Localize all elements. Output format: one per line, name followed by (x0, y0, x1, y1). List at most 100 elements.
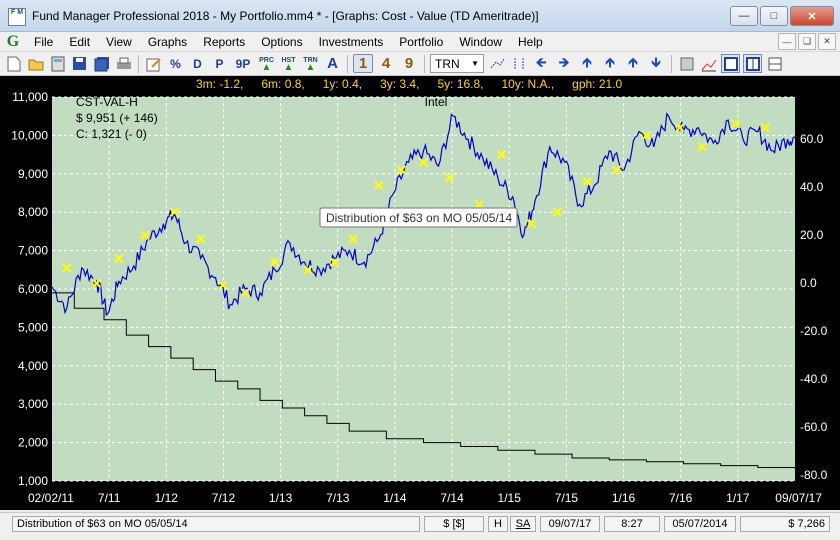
update-prices-button[interactable]: PRC ▲ (257, 54, 276, 73)
menu-window[interactable]: Window (451, 35, 510, 49)
status-date: 09/07/17 (540, 516, 600, 532)
x-tick-label: 02/02/11 (28, 491, 74, 505)
stat-3y: 3y: 3.4, (380, 77, 420, 91)
x-tick-label: 1/12 (155, 491, 179, 505)
period-button-9[interactable]: 9 (399, 54, 419, 73)
y-left-tick-label: 2,000 (18, 436, 48, 450)
status-time: 8:27 (604, 516, 660, 532)
y-right-tick-label: -40.0 (800, 372, 828, 386)
open-folder-icon[interactable] (26, 54, 45, 73)
y-right-tick-label: 40.0 (800, 180, 824, 194)
y-right-tick-label: -20.0 (800, 324, 828, 338)
save-icon[interactable] (70, 54, 89, 73)
stat-1y: 1y: 0.4, (322, 77, 363, 91)
layout-split-icon[interactable] (743, 54, 762, 73)
menu-reports[interactable]: Reports (195, 35, 253, 49)
update-history-button[interactable]: HST ▲ (279, 54, 298, 73)
menu-investments[interactable]: Investments (311, 35, 392, 49)
y-left-tick-label: 3,000 (18, 397, 48, 411)
graph-type-value: TRN (435, 56, 460, 71)
app-icon: F M (8, 8, 26, 26)
arrow-left-icon[interactable]: 🡸 (531, 52, 551, 76)
status-point-date: 05/07/2014 (664, 516, 736, 532)
x-tick-label: 09/07/17 (775, 491, 822, 505)
mdi-close-icon[interactable]: ✕ (818, 33, 836, 50)
graph-type-select[interactable]: TRN ▼ (430, 54, 484, 73)
save-all-icon[interactable] (92, 54, 111, 73)
menu-view[interactable]: View (98, 35, 140, 49)
button-p[interactable]: P (210, 54, 229, 73)
calculator-icon[interactable] (48, 54, 67, 73)
mdi-minimize-icon[interactable]: — (778, 33, 796, 50)
arrow-up-2-icon[interactable]: 🡹 (623, 52, 643, 76)
close-icon[interactable]: ✕ (790, 6, 834, 26)
arrow-up-alt-icon[interactable]: 🡹 (600, 52, 620, 76)
button-9p[interactable]: 9P (232, 54, 254, 73)
status-point-value: $ 7,266 (740, 516, 830, 532)
layout-grid-icon[interactable] (765, 54, 784, 73)
y-left-tick-label: 8,000 (18, 205, 48, 219)
x-tick-label: 7/15 (555, 491, 579, 505)
toolbar-separator (671, 54, 672, 73)
mdi-restore-icon[interactable]: ❏ (798, 33, 816, 50)
print-icon[interactable] (114, 54, 133, 73)
y-left-tick-label: 7,000 (18, 244, 48, 258)
chart-area[interactable]: 1,000 2,000 3,000 4,000 5,000 6,000 7,000 8,000… (0, 92, 840, 510)
calculator-small-icon[interactable] (677, 54, 696, 73)
button-a[interactable]: A (323, 54, 342, 73)
menu-graphs[interactable]: Graphs (140, 35, 195, 49)
status-sa[interactable]: SA (510, 516, 536, 532)
legend-code: CST-VAL-H (76, 95, 138, 109)
y-right-tick-label: 60.0 (800, 132, 824, 146)
spread-icon[interactable] (509, 54, 528, 73)
title-bar: F M Fund Manager Professional 2018 - My … (0, 0, 840, 32)
new-file-icon[interactable] (4, 54, 23, 73)
minimize-icon[interactable]: — (730, 6, 758, 26)
series-label: Intel (425, 95, 448, 109)
chevron-down-icon: ▼ (471, 59, 479, 68)
tooltip-text: Distribution of $63 on MO 05/05/14 (326, 211, 512, 225)
menu-file[interactable]: File (26, 35, 61, 49)
chart-icon[interactable] (699, 54, 718, 73)
status-currency: $ [$] (424, 516, 484, 532)
arrow-up-icon[interactable]: 🡹 (577, 52, 597, 76)
x-tick-label: 7/16 (669, 491, 693, 505)
x-tick-label: 1/16 (612, 491, 636, 505)
y-left-tick-label: 11,000 (12, 92, 48, 104)
menu-edit[interactable]: Edit (61, 35, 98, 49)
y-left-tick-label: 6,000 (18, 282, 48, 296)
app-menu-icon[interactable]: G (0, 33, 26, 51)
layout-single-icon[interactable] (721, 54, 740, 73)
arrow-right-icon[interactable]: 🡺 (554, 52, 574, 76)
menu-portfolio[interactable]: Portfolio (391, 35, 451, 49)
stat-10y: 10y: N.A., (501, 77, 555, 91)
period-button-1[interactable]: 1 (353, 54, 373, 73)
y-right-tick-label: -60.0 (800, 420, 828, 434)
edit-note-icon[interactable] (144, 54, 163, 73)
x-tick-label: 7/14 (440, 491, 464, 505)
cost-value-chart[interactable]: 1,000 2,000 3,000 4,000 5,000 6,000 7,000 8,000… (0, 92, 840, 510)
menu-options[interactable]: Options (253, 35, 310, 49)
x-tick-label: 1/13 (269, 491, 293, 505)
up-arrow-icon: ▲ (305, 61, 316, 73)
toolbar: % D P 9P PRC ▲ HST ▲ TRN ▲ A 1 4 9 TRN ▼… (0, 52, 840, 76)
button-d[interactable]: D (188, 54, 207, 73)
toolbar-separator (424, 54, 425, 73)
trend-line-icon[interactable] (487, 54, 506, 73)
legend-cost: C: 1,321 (- 0) (76, 127, 147, 141)
arrow-down-icon[interactable]: 🡻 (646, 52, 666, 76)
y-left-tick-label: 9,000 (18, 167, 48, 181)
x-tick-label: 1/17 (726, 491, 750, 505)
x-tick-label: 1/14 (383, 491, 407, 505)
performance-stats-bar: 3m: -1.2, 6m: 0.8, 1y: 0.4, 3y: 3.4, 5y:… (0, 76, 840, 92)
update-transactions-button[interactable]: TRN ▲ (301, 54, 320, 73)
percent-button[interactable]: % (166, 54, 185, 73)
stat-5y: 5y: 16.8, (437, 77, 484, 91)
toolbar-separator (138, 54, 139, 73)
menu-help[interactable]: Help (510, 35, 551, 49)
y-left-tick-label: 5,000 (18, 320, 48, 334)
maximize-icon[interactable]: □ (760, 6, 788, 26)
menu-bar: G File Edit View Graphs Reports Options … (0, 32, 840, 52)
up-arrow-icon: ▲ (283, 61, 294, 73)
period-button-4[interactable]: 4 (376, 54, 396, 73)
